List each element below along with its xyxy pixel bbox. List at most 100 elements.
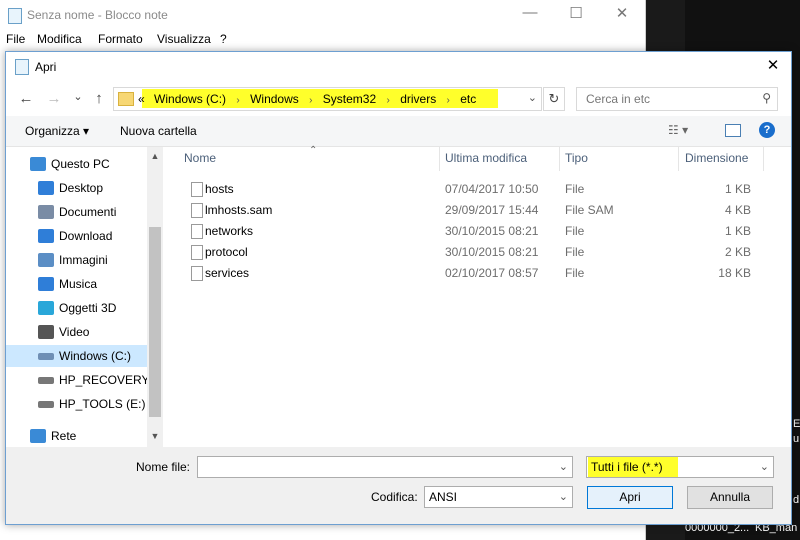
file-size: 1 KB: [724, 182, 751, 196]
file-type-select[interactable]: Tutti i file (*.*) ⌄: [586, 456, 774, 478]
menu-help[interactable]: ?: [220, 32, 227, 46]
sidebar-item[interactable]: Download: [6, 225, 151, 247]
scroll-down-icon[interactable]: ▼: [147, 431, 163, 441]
drive-icon: [38, 401, 54, 408]
file-icon: [191, 266, 203, 281]
forward-arrow-icon[interactable]: →: [44, 90, 64, 107]
new-folder-button[interactable]: Nuova cartella: [120, 124, 197, 138]
chevron-right-icon[interactable]: ›: [447, 95, 450, 106]
sidebar-item[interactable]: Desktop: [6, 177, 151, 199]
sidebar-item[interactable]: Video: [6, 321, 151, 343]
drive-c-icon: [38, 353, 54, 360]
address-bar[interactable]: « Windows (C:) › Windows › System32 › dr…: [113, 87, 542, 111]
file-list-scrollbar[interactable]: [779, 147, 791, 447]
breadcrumb-item[interactable]: drivers: [400, 92, 436, 106]
dialog-icon: [15, 59, 29, 75]
scroll-up-icon[interactable]: ▲: [147, 151, 163, 161]
cancel-button[interactable]: Annulla: [687, 486, 773, 509]
scrollbar-thumb[interactable]: [149, 227, 161, 417]
chevron-right-icon[interactable]: ›: [309, 95, 312, 106]
sidebar-item[interactable]: Rete: [6, 425, 151, 447]
recent-locations-icon[interactable]: ⌄: [68, 90, 88, 103]
music-icon: [38, 277, 54, 291]
encoding-value: ANSI: [429, 490, 458, 504]
column-divider[interactable]: [559, 147, 560, 171]
help-icon[interactable]: ?: [759, 122, 775, 138]
navigation-pane: Questo PC Desktop Documenti Download Immagin…: [6, 147, 163, 447]
back-arrow-icon[interactable]: ←: [16, 90, 36, 107]
computer-icon: [30, 157, 46, 171]
preview-pane-icon[interactable]: [725, 124, 741, 137]
sidebar-item[interactable]: Documenti: [6, 201, 151, 223]
file-row[interactable]: protocol 30/10/2015 08:21 File 2 KB: [163, 242, 791, 263]
view-options-icon[interactable]: ☷ ▾: [668, 123, 688, 137]
sidebar-item[interactable]: Immagini: [6, 249, 151, 271]
encoding-select[interactable]: ANSI ⌄: [424, 486, 573, 508]
chevron-down-icon[interactable]: ⌄: [760, 460, 769, 473]
notepad-close-button[interactable]: ✕: [607, 4, 637, 22]
chevron-down-icon[interactable]: ⌄: [559, 460, 568, 473]
file-row[interactable]: lmhosts.sam 29/09/2017 15:44 File SAM 4 KB: [163, 200, 791, 221]
open-button[interactable]: Apri: [587, 486, 673, 509]
dialog-footer: Nome file: ⌄ Tutti i file (*.*) ⌄ Codifi…: [6, 447, 791, 524]
column-header-type[interactable]: Tipo: [565, 151, 588, 165]
file-icon: [191, 245, 203, 260]
dialog-close-button[interactable]: ✕: [761, 56, 785, 74]
column-divider[interactable]: [439, 147, 440, 171]
sidebar-item[interactable]: Windows (C:): [6, 345, 151, 367]
file-modified: 30/10/2015 08:21: [445, 224, 539, 238]
file-row[interactable]: services 02/10/2017 08:57 File 18 KB: [163, 263, 791, 284]
sidebar-item[interactable]: HP_TOOLS (E:): [6, 393, 151, 415]
breadcrumb-overflow[interactable]: «: [138, 92, 145, 106]
breadcrumb-item[interactable]: Windows: [250, 92, 299, 106]
minimize-button[interactable]: —: [515, 4, 545, 21]
filename-input[interactable]: ⌄: [197, 456, 573, 478]
sidebar-item[interactable]: Oggetti 3D: [6, 297, 151, 319]
breadcrumb-item[interactable]: Windows (C:): [154, 92, 226, 106]
chevron-down-icon[interactable]: ⌄: [528, 91, 537, 104]
breadcrumb-item[interactable]: System32: [323, 92, 376, 106]
chevron-right-icon[interactable]: ›: [387, 95, 390, 106]
up-arrow-icon[interactable]: ↑: [89, 90, 109, 107]
sidebar-item-label: Desktop: [59, 181, 104, 195]
sidebar-item[interactable]: HP_RECOVERY (: [6, 369, 157, 391]
search-input[interactable]: Cerca in etc ⚲: [576, 87, 778, 111]
chevron-right-icon[interactable]: ›: [236, 95, 239, 106]
column-header-size[interactable]: Dimensione: [685, 151, 748, 165]
column-header-name[interactable]: Nome: [184, 151, 216, 165]
drive-icon: [38, 377, 54, 384]
maximize-button[interactable]: ☐: [561, 4, 591, 22]
file-row[interactable]: hosts 07/04/2017 10:50 File 1 KB: [163, 179, 791, 200]
search-icon[interactable]: ⚲: [762, 91, 771, 105]
sidebar-item[interactable]: Questo PC: [6, 153, 151, 175]
desktop-fragment: d: [793, 494, 800, 506]
navigation-scrollbar[interactable]: ▲ ▼: [147, 147, 163, 447]
sidebar-item[interactable]: Musica: [6, 273, 151, 295]
sort-ascending-icon: ⌃: [309, 145, 318, 156]
sidebar-item-label: HP_RECOVERY (: [59, 373, 157, 387]
column-divider[interactable]: [678, 147, 679, 171]
address-row: ← → ⌄ ↑ « Windows (C:) › Windows › Syste…: [6, 82, 791, 116]
file-modified: 02/10/2017 08:57: [445, 266, 539, 280]
column-divider[interactable]: [763, 147, 764, 171]
menu-file[interactable]: File: [6, 32, 25, 46]
desktop-fragment: u: [793, 433, 800, 445]
dialog-title: Apri: [35, 60, 57, 74]
file-row[interactable]: networks 30/10/2015 08:21 File 1 KB: [163, 221, 791, 242]
menu-visualizza[interactable]: Visualizza: [157, 32, 211, 46]
menu-formato[interactable]: Formato: [98, 32, 143, 46]
menu-modifica[interactable]: Modifica: [37, 32, 82, 46]
file-size: 2 KB: [724, 245, 751, 259]
folder-icon: [118, 92, 134, 106]
refresh-icon[interactable]: ↻: [543, 87, 565, 111]
pictures-icon: [38, 253, 54, 267]
column-header-modified[interactable]: Ultima modifica: [445, 151, 527, 165]
sidebar-item-label: Download: [59, 229, 113, 243]
organize-button[interactable]: Organizza ▾: [25, 124, 89, 138]
breadcrumb-item[interactable]: etc: [460, 92, 476, 106]
file-size: 4 KB: [724, 203, 751, 217]
sidebar-item-label: Immagini: [59, 253, 108, 267]
desktop-icon: [38, 181, 54, 195]
chevron-down-icon[interactable]: ⌄: [559, 490, 568, 503]
documents-icon: [38, 205, 54, 219]
